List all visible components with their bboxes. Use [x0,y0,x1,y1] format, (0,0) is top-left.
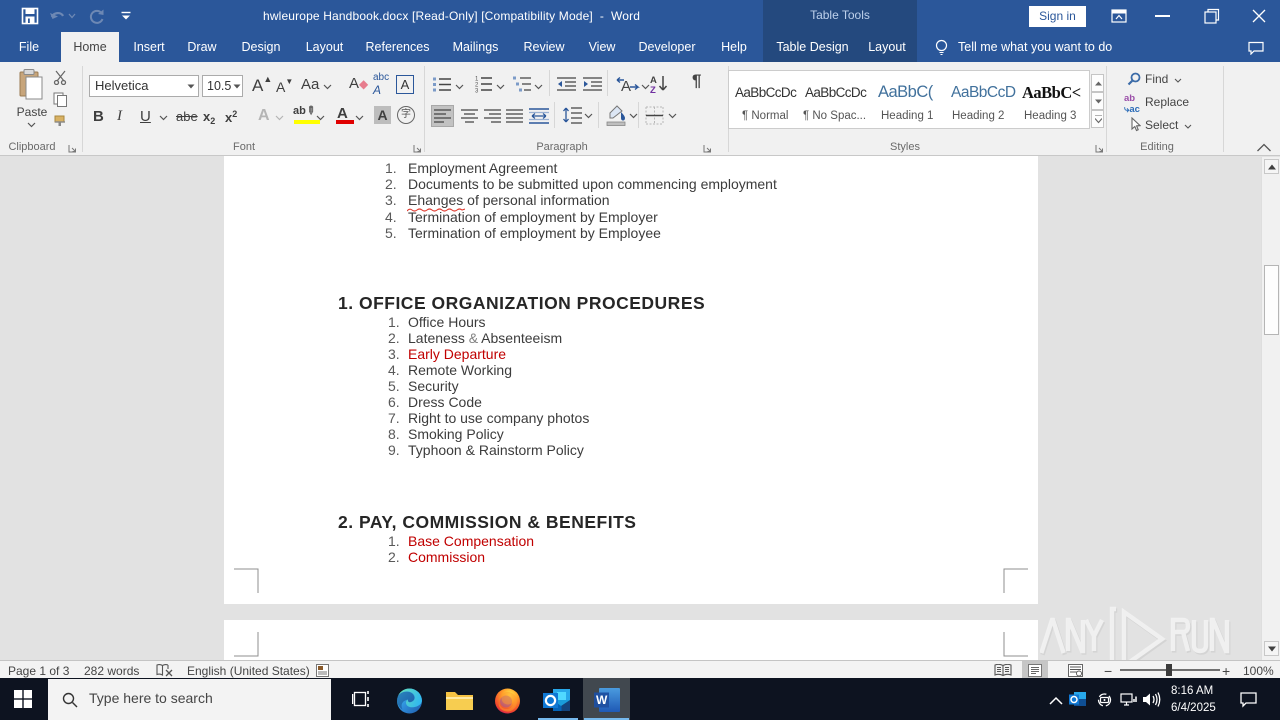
svg-text:3: 3 [475,89,479,94]
svg-text:Z: Z [650,85,656,94]
svg-text:W: W [596,693,608,707]
